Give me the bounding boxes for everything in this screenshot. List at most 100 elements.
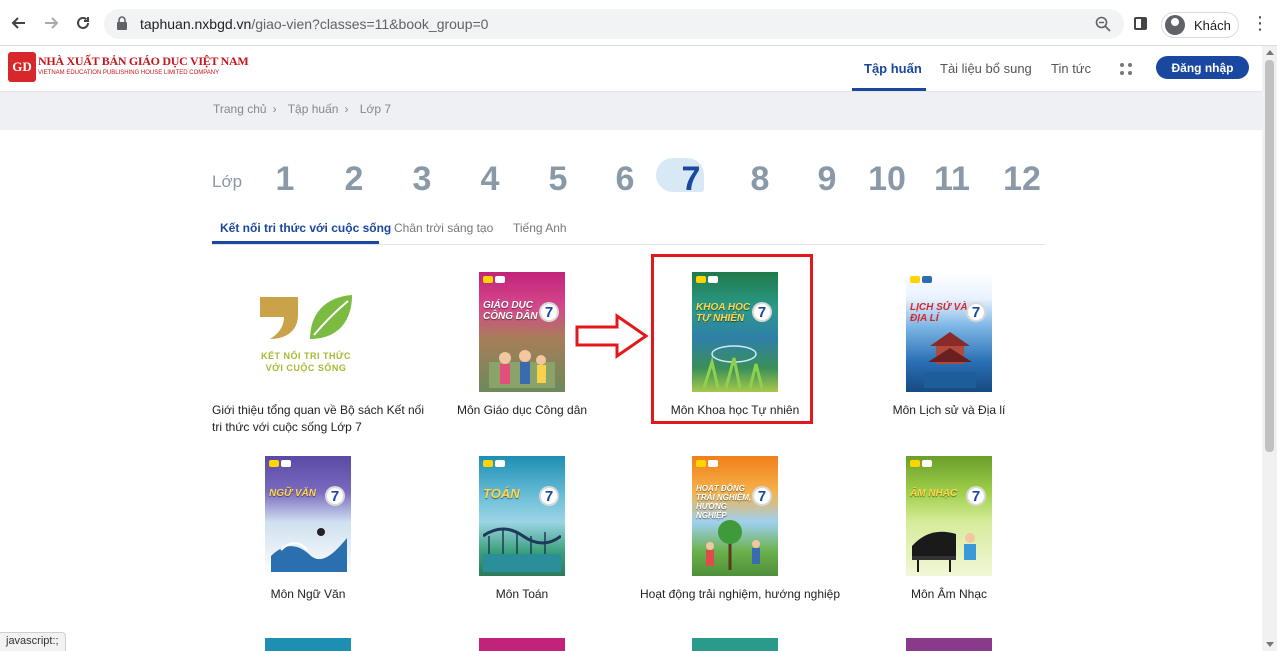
badge-icon <box>269 460 279 467</box>
apps-grid-icon[interactable] <box>1120 63 1132 75</box>
publisher-logo[interactable]: GD NHÀ XUẤT BẢN GIÁO DỤC VIỆT NAM VIETNA… <box>8 52 249 84</box>
badge-icon <box>696 276 706 283</box>
grade-11[interactable]: 11 <box>927 160 977 199</box>
badge-icon <box>495 460 505 467</box>
book-title[interactable]: Môn Âm Nhạc <box>842 586 1056 603</box>
series-logo-line1: KẾT NỐI TRI THỨC <box>261 351 351 361</box>
book-card-am-nhac: Môn Âm Nhạc <box>842 586 1056 603</box>
book-title[interactable]: Hoạt động trải nghiệm, hướng nghiệp <box>628 586 842 603</box>
page-scrollbar[interactable] <box>1262 46 1277 651</box>
badge-icon <box>696 460 706 467</box>
cover-title: ÂM NHẠC <box>910 488 958 499</box>
badge-icon <box>922 460 932 467</box>
book-cover-hdtn[interactable]: HOẠT ĐỘNG TRẢI NGHIỆM, HƯỚNG NGHIỆP 7 <box>692 456 778 576</box>
address-bar[interactable]: taphuan.nxbgd.vn/giao-vien?classes=11&bo… <box>104 9 1124 39</box>
badge-icon <box>483 276 493 283</box>
book-card-hdtn: Hoạt động trải nghiệm, hướng nghiệp <box>628 586 842 603</box>
book-card-gdcd: Môn Giáo dục Công dân <box>415 402 629 419</box>
grade-1[interactable]: 1 <box>260 160 310 199</box>
avatar <box>1165 15 1185 35</box>
cover-title: KHOA HỌC TỰ NHIÊN <box>696 302 751 324</box>
grade-5[interactable]: 5 <box>533 160 583 199</box>
grade-seven-icon: 7 <box>539 486 559 506</box>
badge-icon <box>910 276 920 283</box>
profile-button[interactable]: Khách <box>1161 12 1239 38</box>
reload-icon[interactable] <box>72 12 94 34</box>
book-card-toan: Môn Toán <box>415 586 629 603</box>
grade-seven-icon: 7 <box>752 302 772 322</box>
breadcrumb: Trang chủ › Tập huấn › Lớp 7 <box>213 102 397 116</box>
cover-title: HOẠT ĐỘNG TRẢI NGHIỆM, HƯỚNG NGHIỆP <box>696 484 752 520</box>
scroll-up-icon[interactable] <box>1266 50 1274 55</box>
tab-chan-troi-sang-tao[interactable]: Chân trời sáng tạo <box>394 221 493 235</box>
cover-illustration <box>483 527 561 572</box>
book-title[interactable]: Môn Lịch sử và Địa lí <box>842 402 1056 419</box>
book-cover-khtn[interactable]: KHOA HỌC TỰ NHIÊN 7 <box>692 272 778 392</box>
cover-illustration <box>489 350 555 388</box>
breadcrumb-home[interactable]: Trang chủ <box>213 102 267 116</box>
cover-title: GIÁO DỤC CÔNG DÂN <box>483 300 538 322</box>
nav-tin-tuc[interactable]: Tin tức <box>1051 61 1091 76</box>
book-cover-gdcd[interactable]: GIÁO DỤC CÔNG DÂN 7 <box>479 272 565 392</box>
book-title[interactable]: Môn Khoa học Tự nhiên <box>628 402 842 419</box>
series-tabs: Kết nối tri thức với cuộc sống Chân trời… <box>212 210 1045 245</box>
more-menu-icon[interactable]: ⋮ <box>1251 14 1269 32</box>
nav-tap-huan[interactable]: Tập huấn <box>864 61 922 76</box>
book-card-ngu-van: Môn Ngữ Văn <box>201 586 415 603</box>
cover-illustration <box>271 528 347 572</box>
book-title[interactable]: Môn Toán <box>415 586 629 603</box>
breadcrumb-band: Trang chủ › Tập huấn › Lớp 7 <box>0 92 1262 130</box>
scroll-down-icon[interactable] <box>1266 642 1274 647</box>
scrollbar-thumb[interactable] <box>1265 60 1274 452</box>
red-arrow-annotation-icon <box>575 313 649 359</box>
badge-icon <box>922 276 932 283</box>
book-cover-partial[interactable] <box>692 638 778 651</box>
grade-12[interactable]: 12 <box>997 160 1047 199</box>
grade-seven-icon: 7 <box>966 486 986 506</box>
url-text[interactable]: taphuan.nxbgd.vn/giao-vien?classes=11&bo… <box>140 16 488 32</box>
tab-tieng-anh[interactable]: Tiếng Anh <box>513 221 567 235</box>
grade-6[interactable]: 6 <box>600 160 650 199</box>
side-panel-icon[interactable] <box>1134 17 1147 30</box>
book-cover-ngu-van[interactable]: NGỮ VĂN 7 <box>265 456 351 576</box>
forward-arrow-icon[interactable] <box>40 12 62 34</box>
cover-title: NGỮ VĂN <box>269 488 316 499</box>
book-title[interactable]: Môn Giáo dục Công dân <box>415 402 629 419</box>
chevron-right-icon: › <box>272 102 277 116</box>
back-arrow-icon[interactable] <box>8 12 30 34</box>
book-cover-toan[interactable]: TOÁN 7 <box>479 456 565 576</box>
book-cover-partial[interactable] <box>906 638 992 651</box>
book-title[interactable]: Môn Ngữ Văn <box>201 586 415 603</box>
grade-seven-icon: 7 <box>325 486 345 506</box>
grade-4[interactable]: 4 <box>465 160 515 199</box>
grade-label: Lớp <box>212 172 243 191</box>
badge-icon <box>495 276 505 283</box>
badge-icon <box>910 460 920 467</box>
book-cover-am-nhac[interactable]: ÂM NHẠC 7 <box>906 456 992 576</box>
cover-illustration <box>924 332 976 388</box>
grade-8[interactable]: 8 <box>735 160 785 199</box>
grade-2[interactable]: 2 <box>329 160 379 199</box>
logo-subtitle: VIETNAM EDUCATION PUBLISHING HOUSE LIMIT… <box>38 70 220 76</box>
grade-seven-icon: 7 <box>539 302 559 322</box>
breadcrumb-tap-huan[interactable]: Tập huấn <box>288 102 339 116</box>
book-cover-partial[interactable] <box>265 638 351 651</box>
cover-illustration <box>702 345 764 388</box>
grade-7[interactable]: 7 <box>666 160 716 199</box>
login-button[interactable]: Đăng nhập <box>1156 56 1249 79</box>
book-title[interactable]: Giới thiệu tổng quan về Bộ sách Kết nối … <box>212 402 426 436</box>
book-cover-lsdl[interactable]: LỊCH SỬ VÀ ĐỊA LÍ 7 <box>906 272 992 392</box>
grade-10[interactable]: 10 <box>862 160 912 199</box>
book-card-khtn: Môn Khoa học Tự nhiên <box>628 402 842 419</box>
book-cover-partial[interactable] <box>479 638 565 651</box>
grade-9[interactable]: 9 <box>802 160 852 199</box>
cover-title: TOÁN <box>483 486 520 501</box>
browser-toolbar: taphuan.nxbgd.vn/giao-vien?classes=11&bo… <box>0 0 1277 46</box>
grade-seven-icon: 7 <box>752 486 772 506</box>
tab-ket-noi-tri-thuc[interactable]: Kết nối tri thức với cuộc sống <box>220 221 391 235</box>
grade-3[interactable]: 3 <box>397 160 447 199</box>
zoom-icon[interactable] <box>1094 15 1112 33</box>
logo-title: NHÀ XUẤT BẢN GIÁO DỤC VIỆT NAM <box>38 54 249 68</box>
lock-icon[interactable] <box>116 16 128 30</box>
nav-tai-lieu-bo-sung[interactable]: Tài liệu bổ sung <box>940 61 1032 76</box>
